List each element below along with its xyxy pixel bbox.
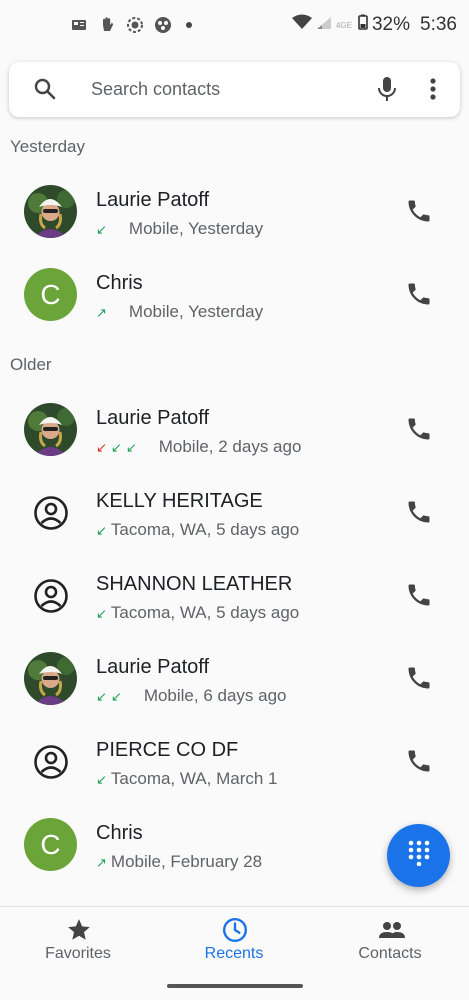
contact-name: Laurie Patoff	[96, 656, 210, 678]
news-icon	[70, 16, 88, 34]
contact-name: SHANNON LEATHER	[96, 573, 293, 595]
call-meta: ↙ ↙ Mobile, 6 days ago	[96, 686, 287, 706]
phone-icon[interactable]	[405, 197, 433, 225]
call-type-icons: ↙ ↙	[96, 690, 122, 703]
outgoing-call-icon: ↗	[96, 304, 107, 320]
call-meta: ↙ Tacoma, WA, 5 days ago	[96, 520, 299, 540]
call-log-row[interactable]: Laurie Patoff ↙ ↙ Mobile, 6 days ago	[0, 637, 469, 720]
incoming-call-icon: ↙	[96, 522, 107, 538]
contact-name: Chris	[96, 272, 143, 294]
call-type-icons: ↗	[96, 306, 107, 319]
call-detail: Tacoma, WA, 5 days ago	[110, 520, 300, 539]
contact-photo-avatar[interactable]	[24, 652, 77, 705]
outgoing-call-icon: ↗	[96, 854, 107, 870]
call-detail: Tacoma, WA, 5 days ago	[110, 603, 300, 622]
tab-favorites-label: Favorites	[45, 945, 111, 962]
incoming-call-icon: ↙	[96, 605, 107, 621]
call-log-row[interactable]: C Chris ↗ Mobile, Yesterday	[0, 253, 469, 336]
clock: 5:36	[420, 14, 457, 35]
letter-avatar[interactable]: C	[24, 818, 77, 871]
incoming-call-icon: ↙	[125, 439, 137, 455]
tab-contacts[interactable]: Contacts	[312, 907, 468, 975]
contact-photo-avatar[interactable]	[24, 403, 77, 456]
call-meta: ↙ ↙ ↙ Mobile, 2 days ago	[96, 437, 301, 457]
section-header-older: Older	[10, 355, 52, 374]
phone-icon[interactable]	[405, 664, 433, 692]
person-placeholder-icon[interactable]	[24, 569, 77, 622]
call-detail: Mobile, 2 days ago	[158, 437, 302, 456]
star-icon	[66, 917, 92, 943]
contact-name: Laurie Patoff	[96, 407, 210, 429]
call-type-icons: ↙	[96, 773, 107, 786]
call-log-row[interactable]: PIERCE CO DF ↙ Tacoma, WA, March 1	[0, 720, 469, 803]
call-log-row[interactable]: Laurie Patoff ↙ Mobile, Yesterday	[0, 170, 469, 253]
call-detail: Tacoma, WA, March 1	[110, 769, 278, 788]
phone-icon[interactable]	[405, 498, 433, 526]
contact-name: Laurie Patoff	[96, 189, 210, 211]
dialpad-button[interactable]	[387, 824, 450, 887]
status-bar: 4GE 32% 5:36	[0, 0, 469, 54]
home-indicator	[167, 984, 303, 988]
call-type-icons: ↗	[96, 856, 107, 869]
tab-recents-label: Recents	[204, 945, 264, 962]
battery-icon	[358, 14, 368, 36]
contact-name: Chris	[96, 822, 143, 844]
call-log-row[interactable]: Laurie Patoff ↙ ↙ ↙ Mobile, 2 days ago	[0, 388, 469, 471]
call-meta: ↙ Tacoma, WA, 5 days ago	[96, 603, 299, 623]
call-log-row[interactable]: SHANNON LEATHER ↙ Tacoma, WA, 5 days ago	[0, 554, 469, 637]
wifi-icon	[291, 14, 312, 36]
call-type-icons: ↙	[96, 223, 107, 236]
phone-icon[interactable]	[405, 280, 433, 308]
tab-contacts-label: Contacts	[358, 945, 422, 962]
contact-photo-avatar[interactable]	[24, 185, 77, 238]
call-detail: Mobile, February 28	[110, 852, 263, 871]
call-log-row[interactable]: KELLY HERITAGE ↙ Tacoma, WA, 5 days ago	[0, 471, 469, 554]
dialpad-icon	[407, 840, 431, 871]
call-detail: Mobile, Yesterday	[128, 219, 264, 238]
call-type-icons: ↙	[96, 607, 107, 620]
contact-name: KELLY HERITAGE	[96, 490, 263, 512]
section-header-yesterday: Yesterday	[10, 137, 85, 156]
incoming-call-icon: ↙	[96, 221, 107, 237]
missed-call-icon: ↙	[96, 439, 107, 455]
network-type: 4GE	[335, 20, 352, 30]
call-type-icons: ↙ ↙ ↙	[96, 441, 137, 454]
person-placeholder-icon[interactable]	[24, 735, 77, 788]
phone-icon[interactable]	[405, 415, 433, 443]
incoming-call-icon: ↙	[110, 439, 122, 455]
search-bar[interactable]: Search contacts	[9, 62, 460, 117]
phone-icon[interactable]	[405, 581, 433, 609]
person-placeholder-icon[interactable]	[24, 486, 77, 539]
incoming-call-icon: ↙	[110, 688, 122, 704]
call-meta: ↙ Tacoma, WA, March 1	[96, 769, 278, 789]
hand-icon	[98, 16, 116, 34]
more-notifications-dot	[186, 22, 192, 28]
more-options-icon[interactable]	[429, 76, 437, 107]
call-detail: Mobile, Yesterday	[128, 302, 264, 321]
call-detail: Mobile, 6 days ago	[143, 686, 287, 705]
search-input[interactable]: Search contacts	[91, 79, 220, 100]
settings-icon	[126, 16, 144, 34]
contact-name: PIERCE CO DF	[96, 739, 239, 761]
call-type-icons: ↙	[96, 524, 107, 537]
status-right: 4GE 32% 5:36	[291, 14, 457, 36]
phone-icon[interactable]	[405, 747, 433, 775]
app-icon	[154, 16, 172, 34]
incoming-call-icon: ↙	[96, 771, 107, 787]
battery-percent: 32%	[371, 14, 411, 35]
search-icon[interactable]	[33, 77, 57, 106]
clock-icon	[222, 917, 248, 943]
tab-favorites[interactable]: Favorites	[0, 907, 156, 975]
call-meta: ↙ Mobile, Yesterday	[96, 219, 263, 239]
letter-avatar[interactable]: C	[24, 268, 77, 321]
bottom-navigation: Favorites Recents Contacts	[0, 906, 469, 974]
call-meta: ↗ Mobile, Yesterday	[96, 302, 263, 322]
microphone-icon[interactable]	[375, 75, 399, 108]
incoming-call-icon: ↙	[96, 688, 107, 704]
people-icon	[378, 917, 405, 943]
tab-recents[interactable]: Recents	[156, 907, 312, 975]
signal-icon	[316, 14, 332, 36]
call-meta: ↗ Mobile, February 28	[96, 852, 262, 872]
notification-icons	[70, 16, 192, 34]
